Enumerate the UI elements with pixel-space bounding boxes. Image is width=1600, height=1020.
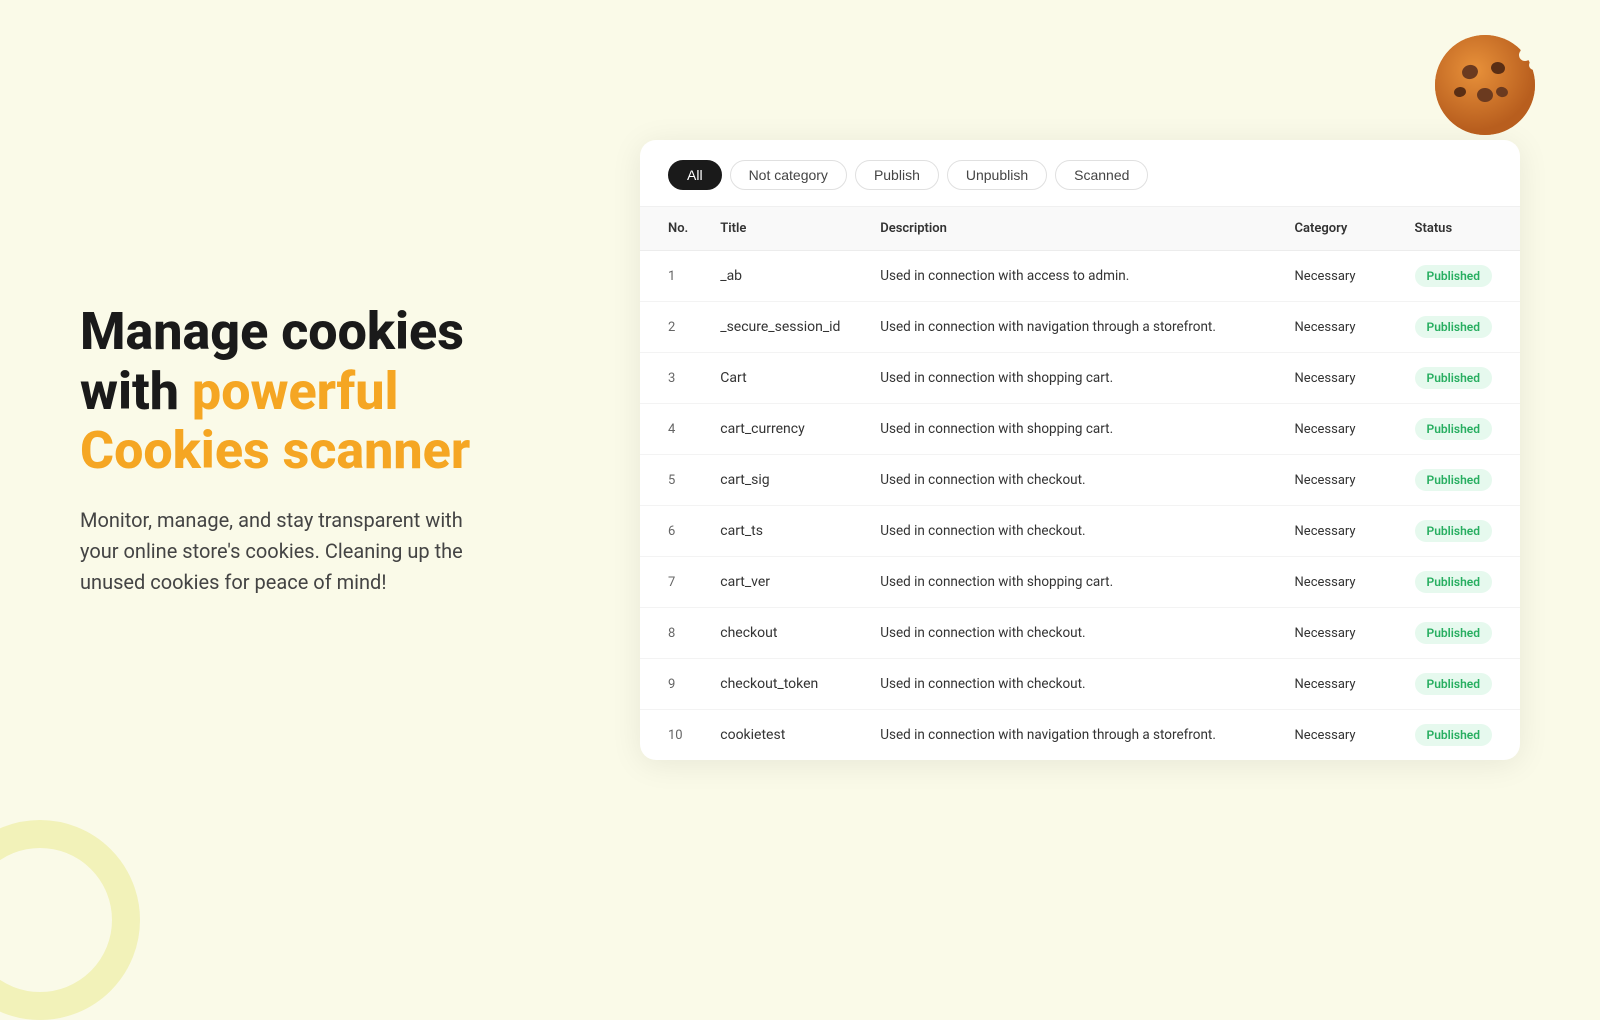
table-row: 4cart_currencyUsed in connection with sh… [640, 404, 1520, 455]
cell-title: cart_currency [704, 404, 864, 455]
cell-category: Necessary [1279, 506, 1399, 557]
subtext: Monitor, manage, and stay transparent wi… [80, 505, 480, 598]
cell-status: Published [1399, 710, 1520, 761]
filter-btn-scanned[interactable]: Scanned [1055, 160, 1148, 190]
cell-title: cart_ver [704, 557, 864, 608]
cell-category: Necessary [1279, 404, 1399, 455]
cell-status: Published [1399, 404, 1520, 455]
cell-no: 5 [640, 455, 704, 506]
headline-powerful: powerful [192, 361, 399, 422]
filter-bar: All Not category Publish Unpublish Scanned [640, 140, 1520, 207]
col-status: Status [1399, 207, 1520, 251]
cell-status: Published [1399, 557, 1520, 608]
cell-no: 9 [640, 659, 704, 710]
filter-btn-publish[interactable]: Publish [855, 160, 939, 190]
cell-status: Published [1399, 659, 1520, 710]
page-container: Manage cookies with powerful Cookies sca… [0, 0, 1600, 900]
table-row: 6cart_tsUsed in connection with checkout… [640, 506, 1520, 557]
cell-title: cart_ts [704, 506, 864, 557]
cell-no: 1 [640, 251, 704, 302]
cell-title: checkout_token [704, 659, 864, 710]
table-row: 3CartUsed in connection with shopping ca… [640, 353, 1520, 404]
cell-status: Published [1399, 506, 1520, 557]
status-badge: Published [1415, 520, 1492, 542]
cell-status: Published [1399, 353, 1520, 404]
col-no: No. [640, 207, 704, 251]
table-row: 2_secure_session_idUsed in connection wi… [640, 302, 1520, 353]
table-header-row: No. Title Description Category Status [640, 207, 1520, 251]
cell-description: Used in connection with checkout. [864, 455, 1278, 506]
cell-description: Used in connection with shopping cart. [864, 404, 1278, 455]
cell-status: Published [1399, 608, 1520, 659]
cell-category: Necessary [1279, 659, 1399, 710]
cell-category: Necessary [1279, 251, 1399, 302]
cell-category: Necessary [1279, 557, 1399, 608]
filter-btn-not-category[interactable]: Not category [730, 160, 847, 190]
table-card: All Not category Publish Unpublish Scanned N… [640, 140, 1520, 760]
cell-no: 8 [640, 608, 704, 659]
status-badge: Published [1415, 265, 1492, 287]
cell-description: Used in connection with checkout. [864, 506, 1278, 557]
status-badge: Published [1415, 724, 1492, 746]
cell-category: Necessary [1279, 302, 1399, 353]
table-row: 9checkout_tokenUsed in connection with c… [640, 659, 1520, 710]
cell-category: Necessary [1279, 455, 1399, 506]
main-headline: Manage cookies with powerful Cookies sca… [80, 302, 560, 481]
cell-description: Used in connection with checkout. [864, 608, 1278, 659]
cell-no: 7 [640, 557, 704, 608]
table-row: 8checkoutUsed in connection with checkou… [640, 608, 1520, 659]
cell-no: 4 [640, 404, 704, 455]
cell-category: Necessary [1279, 353, 1399, 404]
cell-no: 6 [640, 506, 704, 557]
headline-scanner: Cookies scanner [80, 420, 470, 481]
cell-title: Cart [704, 353, 864, 404]
status-badge: Published [1415, 418, 1492, 440]
table-row: 10cookietestUsed in connection with navi… [640, 710, 1520, 761]
status-badge: Published [1415, 367, 1492, 389]
cell-status: Published [1399, 455, 1520, 506]
cell-status: Published [1399, 251, 1520, 302]
status-badge: Published [1415, 571, 1492, 593]
cell-title: checkout [704, 608, 864, 659]
cell-category: Necessary [1279, 608, 1399, 659]
cell-description: Used in connection with checkout. [864, 659, 1278, 710]
col-title: Title [704, 207, 864, 251]
cell-no: 2 [640, 302, 704, 353]
status-badge: Published [1415, 622, 1492, 644]
status-badge: Published [1415, 469, 1492, 491]
cookies-table: No. Title Description Category Status 1_… [640, 207, 1520, 760]
table-row: 5cart_sigUsed in connection with checkou… [640, 455, 1520, 506]
headline-line1: Manage cookies [80, 301, 464, 362]
cell-description: Used in connection with navigation throu… [864, 710, 1278, 761]
cookie-icon [1430, 30, 1540, 140]
deco-circle [0, 820, 140, 1020]
status-badge: Published [1415, 673, 1492, 695]
cell-category: Necessary [1279, 710, 1399, 761]
cell-title: _ab [704, 251, 864, 302]
cell-no: 10 [640, 710, 704, 761]
filter-btn-unpublish[interactable]: Unpublish [947, 160, 1047, 190]
filter-btn-all[interactable]: All [668, 160, 722, 190]
cell-description: Used in connection with access to admin. [864, 251, 1278, 302]
cell-status: Published [1399, 302, 1520, 353]
table-row: 1_abUsed in connection with access to ad… [640, 251, 1520, 302]
cell-description: Used in connection with shopping cart. [864, 557, 1278, 608]
cell-title: cart_sig [704, 455, 864, 506]
status-badge: Published [1415, 316, 1492, 338]
cell-title: cookietest [704, 710, 864, 761]
table-row: 7cart_verUsed in connection with shoppin… [640, 557, 1520, 608]
cell-title: _secure_session_id [704, 302, 864, 353]
left-panel: Manage cookies with powerful Cookies sca… [80, 302, 560, 598]
col-category: Category [1279, 207, 1399, 251]
headline-with: with [80, 361, 192, 422]
cell-no: 3 [640, 353, 704, 404]
col-description: Description [864, 207, 1278, 251]
cell-description: Used in connection with shopping cart. [864, 353, 1278, 404]
cell-description: Used in connection with navigation throu… [864, 302, 1278, 353]
